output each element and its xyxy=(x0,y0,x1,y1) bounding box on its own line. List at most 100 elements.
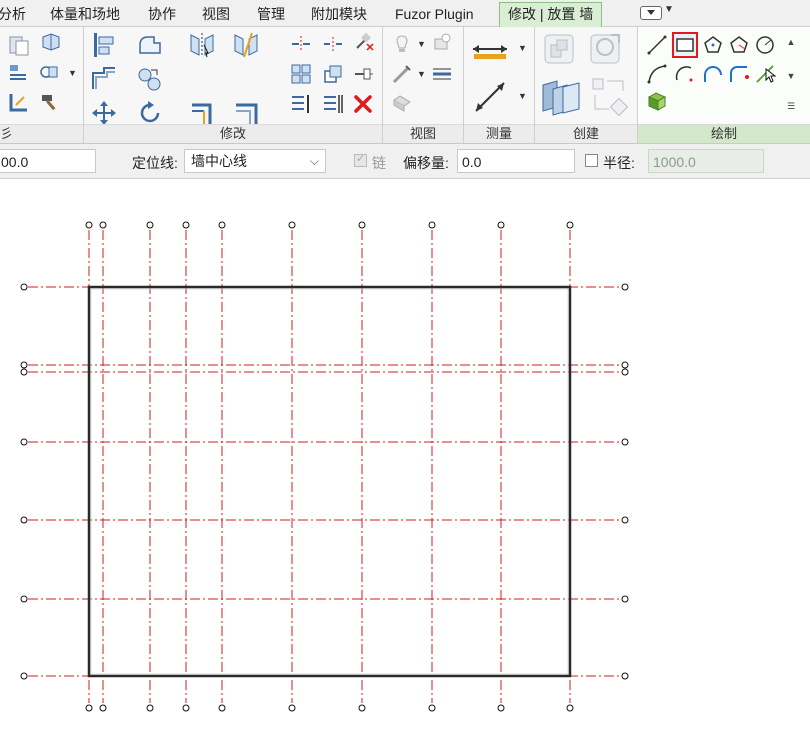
grid-bubble-bottom xyxy=(146,704,154,712)
grid-bubble-top xyxy=(99,221,107,229)
grid-bubble-top xyxy=(85,221,93,229)
paste-icon[interactable] xyxy=(6,31,34,59)
tab-analyze[interactable]: 分析 xyxy=(0,3,26,25)
grid-bubble-bottom xyxy=(428,704,436,712)
floor-plan-view[interactable] xyxy=(0,179,810,729)
measure-between-references-icon[interactable] xyxy=(470,35,510,63)
tab-modify-place-wall[interactable]: 修改 | 放置 墙 xyxy=(499,2,603,27)
tangent-end-arc-icon[interactable] xyxy=(702,63,724,85)
trim-extend-single-icon[interactable] xyxy=(232,99,260,127)
minimize-ribbon-button[interactable] xyxy=(640,6,662,20)
draw-gallery-expand-icon[interactable]: ☰ xyxy=(782,97,800,115)
panel-view: ▼ ▼ 视图 xyxy=(383,27,464,143)
grid-bubble-left xyxy=(20,361,28,369)
split-with-gap-icon[interactable] xyxy=(322,33,344,55)
line-icon[interactable] xyxy=(646,34,668,56)
chain-checkbox[interactable] xyxy=(354,152,367,167)
join-geometry-icon[interactable] xyxy=(38,61,60,83)
start-end-radius-arc-icon[interactable] xyxy=(646,63,668,85)
rotate-icon[interactable] xyxy=(136,99,164,127)
tab-manage[interactable]: 管理 xyxy=(257,3,285,25)
isolate-element-icon[interactable] xyxy=(391,91,413,113)
offset-field[interactable]: 0.0 xyxy=(457,149,575,173)
height-field[interactable]: 00.0 xyxy=(0,149,96,173)
ribbon-options-caret-icon[interactable]: ▼ xyxy=(664,4,674,15)
hide-dropdown-icon[interactable]: ▼ xyxy=(417,39,426,49)
pick-lines-icon[interactable] xyxy=(754,63,776,85)
mirror-draw-axis-icon[interactable] xyxy=(232,31,260,59)
grid-bubble-top xyxy=(358,221,366,229)
pin-icon[interactable] xyxy=(352,63,374,85)
match-type-icon[interactable] xyxy=(8,61,30,83)
tab-fuzor-plugin[interactable]: Fuzor Plugin xyxy=(395,3,474,25)
move-icon[interactable] xyxy=(90,99,118,127)
demolish-icon[interactable] xyxy=(38,91,60,113)
panel-modify: 修改 xyxy=(84,27,383,143)
cut-geometry-icon[interactable] xyxy=(40,31,62,53)
offset-wall-icon[interactable] xyxy=(136,31,164,59)
dimension-dropdown-icon[interactable]: ▼ xyxy=(518,91,527,101)
delete-icon[interactable] xyxy=(352,93,374,115)
copy-icon[interactable] xyxy=(136,65,164,93)
tab-view[interactable]: 视图 xyxy=(202,3,230,25)
grid-bubble-left xyxy=(20,438,28,446)
center-ends-arc-icon[interactable] xyxy=(674,63,696,85)
panel-clipboard: ▼ 彡 xyxy=(0,27,84,143)
trim-extend-corner-icon[interactable] xyxy=(188,99,216,127)
mirror-pick-axis-icon[interactable] xyxy=(188,31,216,59)
aligned-dimension-icon[interactable] xyxy=(470,79,510,115)
pick-faces-icon[interactable] xyxy=(646,89,668,111)
tab-addins[interactable]: 附加模块 xyxy=(311,3,367,25)
join-dropdown-icon[interactable]: ▼ xyxy=(68,68,77,78)
location-line-label: 定位线: xyxy=(132,155,178,171)
scale-icon[interactable] xyxy=(322,63,344,85)
override-graphics-icon[interactable] xyxy=(431,31,453,53)
align-icon[interactable] xyxy=(90,31,118,59)
draw-gallery-up-icon[interactable]: ▲ xyxy=(782,33,800,51)
radius-checkbox[interactable] xyxy=(585,154,598,167)
hide-in-view-icon[interactable] xyxy=(391,33,413,55)
radius-field[interactable]: 1000.0 xyxy=(648,149,764,173)
create-similar-icon[interactable] xyxy=(587,31,625,67)
grid-bubble-bottom xyxy=(358,704,366,712)
draw-gallery-down-icon[interactable]: ▼ xyxy=(782,67,800,85)
grid-bubble-top xyxy=(146,221,154,229)
create-parts-icon[interactable] xyxy=(539,77,585,117)
grid-bubble-bottom xyxy=(218,704,226,712)
chevron-down-icon: ⌵ xyxy=(309,154,319,168)
create-assembly-icon[interactable] xyxy=(541,31,579,67)
grid-bubble-left xyxy=(20,516,28,524)
wall-joins-icon[interactable] xyxy=(8,91,30,113)
offset-label: 偏移量: xyxy=(403,155,449,171)
create-group-icon[interactable] xyxy=(589,75,629,119)
grid-bubble-left xyxy=(20,595,28,603)
linework-icon[interactable] xyxy=(391,63,413,85)
array-icon[interactable] xyxy=(290,63,312,85)
options-bar: 00.0 定位线: 墙中心线 ⌵ 链 偏移量: 0.0 半径: 1000.0 xyxy=(0,144,810,179)
grid-bubble-top xyxy=(566,221,574,229)
grid-bubble-right xyxy=(621,516,629,524)
tab-massing-site[interactable]: 体量和场地 xyxy=(50,3,120,25)
grid-bubble-bottom xyxy=(288,704,296,712)
rectangle-icon[interactable] xyxy=(672,32,698,58)
fillet-arc-icon[interactable] xyxy=(728,63,750,85)
circle-icon[interactable] xyxy=(754,34,776,56)
unpin-icon[interactable] xyxy=(352,31,374,53)
grid-bubble-bottom xyxy=(566,704,574,712)
tab-collaborate[interactable]: 协作 xyxy=(148,3,176,25)
inscribed-polygon-icon[interactable] xyxy=(702,34,724,56)
location-line-select[interactable]: 墙中心线 ⌵ xyxy=(184,149,326,173)
grid-lines xyxy=(20,221,629,712)
trim-extend-multiple-icon[interactable] xyxy=(290,93,312,115)
wall-rectangle[interactable] xyxy=(87,285,572,678)
drawing-area[interactable] xyxy=(0,179,810,729)
offset-icon[interactable] xyxy=(90,65,118,93)
linework-dropdown-icon[interactable]: ▼ xyxy=(417,69,426,79)
measure-dropdown-icon[interactable]: ▼ xyxy=(518,43,527,53)
trim-extend-all-icon[interactable] xyxy=(322,93,344,115)
panel-measure: ▼ ▼ 测量 xyxy=(464,27,535,143)
radius-label: 半径: xyxy=(603,155,635,171)
split-element-icon[interactable] xyxy=(290,33,312,55)
circumscribed-polygon-icon[interactable] xyxy=(728,34,750,56)
thin-lines-icon[interactable] xyxy=(431,63,453,85)
